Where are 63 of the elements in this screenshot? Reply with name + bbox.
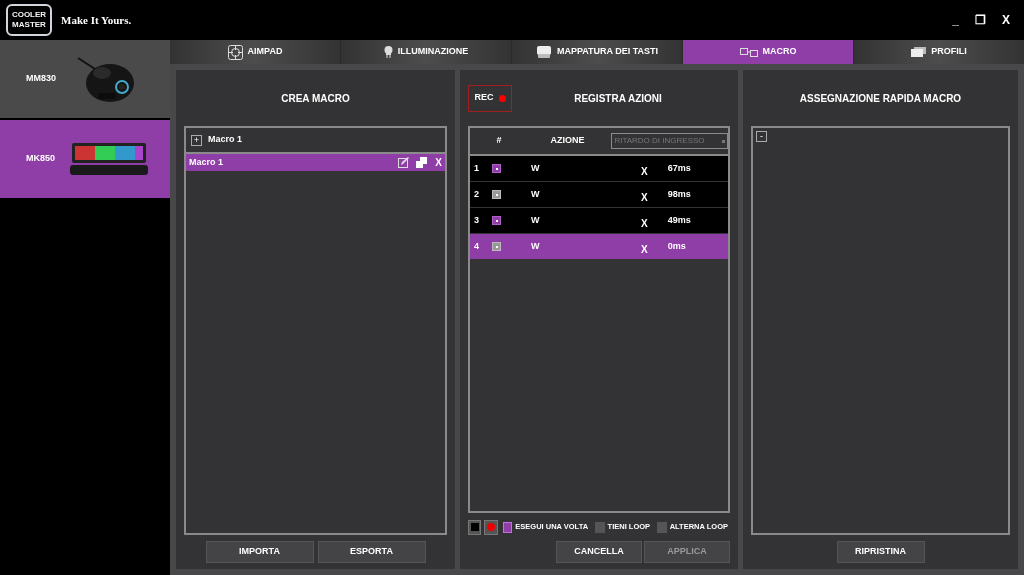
action-button[interactable]: IMPORTA <box>205 541 314 563</box>
tab[interactable]: AIMPAD <box>170 40 340 64</box>
collapse-button[interactable]: - <box>756 131 767 142</box>
table-cell-text: 98ms <box>667 187 691 201</box>
close-button[interactable]: X <box>1000 11 1012 29</box>
macro-name: Macro 1 <box>208 133 242 147</box>
cards-icon <box>911 47 927 57</box>
table-cell-text: W <box>531 187 541 201</box>
table-cell-text: 4 <box>473 239 480 253</box>
delete-button[interactable]: X <box>641 190 648 205</box>
table-row[interactable]: 3 W X 49ms <box>470 208 728 233</box>
device-item[interactable]: MM830 <box>0 40 170 118</box>
tab[interactable]: MACRO <box>683 40 853 64</box>
delete-button[interactable]: X <box>641 242 648 257</box>
checkbox[interactable] <box>595 521 605 533</box>
tab[interactable]: PROFILI <box>854 40 1024 64</box>
panel-title: CREA MACRO <box>280 91 351 106</box>
table-cell-text: 3 <box>473 213 480 227</box>
table-cell-text: W <box>531 213 541 227</box>
checkbox[interactable] <box>657 521 667 533</box>
tab[interactable]: ILLUMINAZIONE <box>341 40 511 64</box>
tab[interactable]: MAPPATURA DEI TASTI <box>512 40 682 64</box>
table-row[interactable]: 1 W X 67ms <box>470 156 728 181</box>
restore-button[interactable]: ❐ <box>973 11 988 29</box>
table-cell-text: 67ms <box>667 161 691 175</box>
key-state-icon <box>492 164 501 173</box>
delete-button[interactable]: X <box>641 216 648 231</box>
table-row[interactable]: 2 W X 98ms <box>470 182 728 207</box>
key-state-icon <box>492 242 501 251</box>
key-state-icon <box>492 190 501 199</box>
checkbox[interactable] <box>502 521 513 533</box>
stop-button[interactable] <box>468 519 482 535</box>
logo: COOLER MASTER <box>6 4 52 36</box>
table-cell-text: W <box>531 239 541 253</box>
duplicate-icon[interactable] <box>416 157 428 168</box>
panel-title: ASSEGNAZIONE RAPIDA MACRO <box>798 91 963 106</box>
bulb-icon <box>383 46 393 58</box>
action-button[interactable]: CANCELLA <box>556 541 642 563</box>
crosshair-icon <box>227 44 243 60</box>
action-button[interactable]: RIPRISTINA <box>836 541 925 563</box>
macro-item[interactable]: Macro 1 X <box>186 154 445 171</box>
minimize-button[interactable]: _ <box>950 11 961 29</box>
column-header: # <box>495 134 503 148</box>
action-button[interactable]: ESPORTA <box>317 541 426 563</box>
table-cell-text: 0ms <box>667 239 686 253</box>
panel-title: REGISTRA AZIONI <box>573 91 663 106</box>
table-cell-text: W <box>531 161 541 175</box>
slogan: Make It Yours. <box>61 12 132 28</box>
device-item[interactable]: MK850 <box>0 120 170 198</box>
table-cell-text: 2 <box>473 187 480 201</box>
table-cell-text: 1 <box>473 161 480 175</box>
column-header: AZIONE <box>549 134 586 148</box>
record-button[interactable] <box>484 519 498 535</box>
key-state-icon <box>492 216 501 225</box>
delete-button[interactable]: X <box>641 164 648 179</box>
record-button[interactable]: REC <box>468 84 512 112</box>
table-cell-text: 49ms <box>667 213 691 227</box>
edit-icon[interactable] <box>398 157 410 168</box>
keyboard-icon <box>535 46 552 58</box>
macro-icon <box>739 47 758 57</box>
table-row[interactable]: 4 W X 0ms <box>470 234 728 259</box>
add-button[interactable]: + <box>191 134 202 146</box>
delete-button[interactable]: X <box>435 155 442 170</box>
